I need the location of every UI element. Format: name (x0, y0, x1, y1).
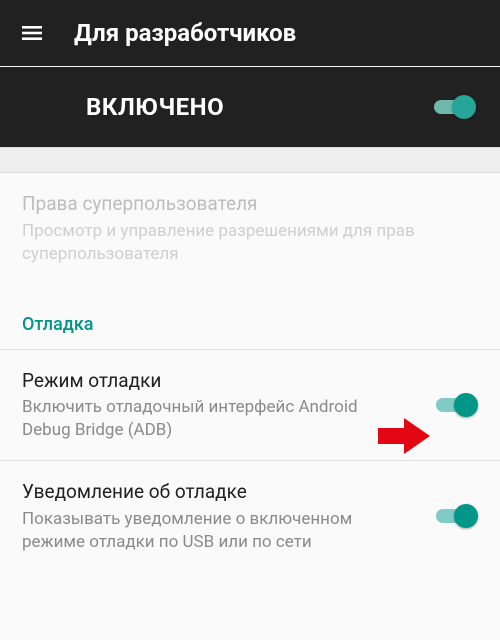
item-subtitle: Включить отладочный интерфейс Android De… (22, 396, 394, 442)
item-superuser: Права суперпользователя Просмотр и управ… (0, 173, 500, 284)
debug-notify-toggle[interactable] (434, 504, 478, 528)
settings-list: Права суперпользователя Просмотр и управ… (0, 173, 500, 572)
toggle-thumb (452, 95, 476, 119)
master-toggle-label: ВКЛЮЧЕНО (86, 93, 224, 121)
item-subtitle: Просмотр и управление разрешениями для п… (22, 220, 438, 266)
item-subtitle: Показывать уведомление о включенном режи… (22, 508, 394, 554)
item-title: Права суперпользователя (22, 191, 438, 217)
item-text: Режим отладки Включить отладочный интерф… (22, 368, 434, 443)
menu-button[interactable] (14, 15, 50, 51)
debug-mode-toggle[interactable] (434, 393, 478, 417)
item-text: Уведомление об отладке Показывать уведом… (22, 479, 434, 554)
item-title: Режим отладки (22, 368, 394, 394)
master-toggle[interactable] (432, 95, 476, 119)
item-title: Уведомление об отладке (22, 479, 394, 505)
item-debug-notify[interactable]: Уведомление об отладке Показывать уведом… (0, 461, 500, 572)
toggle-thumb (454, 393, 478, 417)
master-toggle-row[interactable]: ВКЛЮЧЕНО (0, 67, 500, 147)
app-bar: Для разработчиков (0, 0, 500, 66)
hamburger-icon (20, 21, 44, 45)
item-text: Права суперпользователя Просмотр и управ… (22, 191, 478, 266)
page-title: Для разработчиков (74, 19, 296, 47)
section-header-debug: Отладка (0, 284, 500, 349)
toggle-thumb (454, 504, 478, 528)
section-gap (0, 147, 500, 173)
item-debug-mode[interactable]: Режим отладки Включить отладочный интерф… (0, 350, 500, 461)
